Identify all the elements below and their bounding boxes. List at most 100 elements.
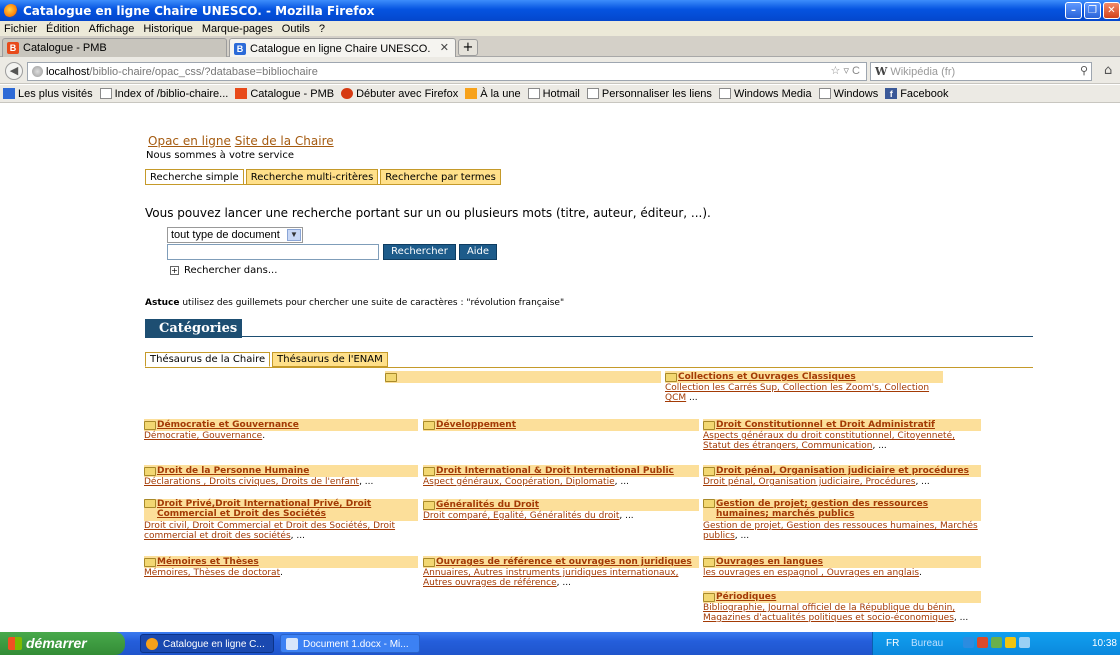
category-subs: Annuaires, Autres instruments juridiques… [423,568,679,588]
tab-recherche-multi[interactable]: Recherche multi-critères [245,169,379,185]
network-icon[interactable] [963,637,974,648]
bookmark-facebook[interactable]: f Facebook [885,88,949,100]
bureau-toolbar[interactable]: Bureau [911,638,943,649]
bookmark-hotmail[interactable]: Hotmail [527,88,580,100]
aide-button[interactable]: Aide [459,244,497,260]
menu-help[interactable]: ? [319,23,325,35]
menu-affichage[interactable]: Affichage [89,23,135,35]
tab-catalogue-chaire[interactable]: B Catalogue en ligne Chaire UNESCO. ✕ [229,38,456,58]
web-search-input[interactable]: W Wikipédia (fr) ⚲ [870,62,1092,81]
chevron-down-icon[interactable]: ▼ [287,229,301,241]
category-title[interactable]: Droit Constitutionnel et Droit Administr… [716,420,935,430]
page-content: Opac en ligne Site de la Chaire Nous som… [0,104,1120,632]
category-title[interactable]: Droit Privé,Droit International Privé, D… [157,499,418,519]
rechercher-button[interactable]: Rechercher [383,244,456,260]
category-title[interactable]: Ouvrages en langues [716,557,823,567]
back-button[interactable]: ◀ [5,62,23,80]
category-subs: Droit pénal, Organisation judiciaire, Pr… [703,477,930,487]
bookmark-a-la-une[interactable]: À la une [465,88,521,100]
search-placeholder: Wikipédia (fr) [890,65,956,78]
start-button[interactable]: démarrer [0,632,125,655]
expand-icon[interactable]: + [170,265,179,275]
menu-marque-pages[interactable]: Marque-pages [202,23,273,35]
astuce-label: Astuce [145,298,180,308]
link-opac[interactable]: Opac en ligne [148,134,231,148]
search-tabs: Recherche simple Recherche multi-critère… [145,169,503,185]
bookmark-index-biblio[interactable]: Index of /biblio-chaire... [99,88,228,100]
language-indicator[interactable]: FR [886,638,899,649]
clock: 10:38 [1091,638,1117,649]
close-button[interactable]: ✕ [1103,2,1120,19]
category-subs: Démocratie, Gouvernance. [144,431,266,441]
reload-icon[interactable]: ☆ ▿ C [831,64,860,77]
category-title[interactable]: Périodiques [716,592,776,602]
rechercher-dans-toggle[interactable]: + Rechercher dans... [170,265,277,276]
taskbar-item-firefox[interactable]: Catalogue en ligne C... [140,634,274,653]
minimize-button[interactable]: – [1065,2,1082,19]
word-icon [286,638,298,650]
doctype-select[interactable]: tout type de document ▼ [167,227,303,243]
navigation-bar: ◀ localhost/biblio-chaire/opac_css/?data… [0,57,1120,84]
category-title[interactable]: Gestion de projet; gestion des ressource… [716,499,981,519]
search-icon[interactable]: ⚲ [1080,64,1088,77]
folder-icon [144,420,156,430]
search-input[interactable] [167,244,379,260]
folder-icon [144,557,156,567]
folder-icon [385,372,397,382]
window-titlebar[interactable]: Catalogue en ligne Chaire UNESCO. - Mozi… [0,0,1120,21]
volume-icon[interactable] [1005,637,1016,648]
window-title: Catalogue en ligne Chaire UNESCO. - Mozi… [23,3,375,18]
category-subs: Droit civil, Droit Commercial et Droit d… [144,521,396,541]
category-title[interactable]: Démocratie et Gouvernance [157,420,299,430]
menu-fichier[interactable]: Fichier [4,23,37,35]
menu-outils[interactable]: Outils [282,23,310,35]
bookmark-catalogue-pmb[interactable]: Catalogue - PMB [235,88,334,100]
bookmark-debuter-firefox[interactable]: Débuter avec Firefox [341,88,458,100]
tray-icons [963,637,1030,648]
wikipedia-icon[interactable]: W [875,65,887,78]
category-subs: Gestion de projet, Gestion des ressouces… [703,521,978,541]
app-icon[interactable] [991,637,1002,648]
url-bar[interactable]: localhost/biblio-chaire/opac_css/?databa… [27,62,867,81]
taskbar-item-word[interactable]: Document 1.docx - Mi... [280,634,420,653]
category-title[interactable]: Droit de la Personne Humaine [157,466,309,476]
maximize-button[interactable]: ❐ [1084,2,1101,19]
bookmark-windows-media[interactable]: Windows Media [718,88,812,100]
tab-close-icon[interactable]: ✕ [440,41,449,54]
bookmark-windows[interactable]: Windows [818,88,878,100]
category-subs: Mémoires, Thèses de doctorat. [144,568,283,578]
tab-catalogue-pmb[interactable]: B Catalogue - PMB [2,38,227,57]
category-generalites: Généralités du Droit Droit comparé, Egal… [423,499,699,521]
tab-recherche-simple[interactable]: Recherche simple [145,169,244,185]
tab-thesaurus-chaire[interactable]: Thésaurus de la Chaire [145,352,271,367]
rechercher-dans-label: Rechercher dans... [184,265,278,276]
category-droit-international: Droit International & Droit Internationa… [423,465,699,487]
category-title[interactable]: Collections et Ouvrages Classiques [678,372,856,382]
shield-icon[interactable] [977,637,988,648]
home-icon[interactable]: ⌂ [1104,63,1112,78]
tab-recherche-termes[interactable]: Recherche par termes [380,169,501,185]
category-title[interactable]: Ouvrages de référence et ouvrages non ju… [436,557,692,567]
category-title[interactable]: Généralités du Droit [436,500,539,510]
category-ouvrages-reference: Ouvrages de référence et ouvrages non ju… [423,556,699,588]
category-collections: Collections et Ouvrages Classiques Colle… [665,371,943,403]
menu-edition[interactable]: Édition [46,23,80,35]
thesaurus-underline [145,367,1033,368]
category-title[interactable]: Droit pénal, Organisation judiciaire et … [716,466,969,476]
folder-icon [144,499,156,508]
site-identity-icon[interactable] [32,66,43,77]
bookmark-personnaliser[interactable]: Personnaliser les liens [586,88,712,100]
astuce-body: utilisez des guillemets pour chercher un… [179,298,565,308]
new-tab-button[interactable]: + [458,39,478,56]
category-title[interactable]: Droit International & Droit Internationa… [436,466,674,476]
firefox-icon [146,638,158,650]
monitor-icon[interactable] [1019,637,1030,648]
category-title[interactable]: Mémoires et Thèses [157,557,259,567]
category-droit-penal: Droit pénal, Organisation judiciaire et … [703,465,981,487]
link-site-chaire[interactable]: Site de la Chaire [235,134,334,148]
tab-thesaurus-enam[interactable]: Thésaurus de l'ENAM [272,352,388,367]
menu-historique[interactable]: Historique [143,23,193,35]
category-periodiques: Périodiques Bibliographie, Journal offic… [703,591,981,623]
bookmark-les-plus-visites[interactable]: Les plus visités [3,88,93,100]
category-title[interactable]: Développement [436,420,516,430]
